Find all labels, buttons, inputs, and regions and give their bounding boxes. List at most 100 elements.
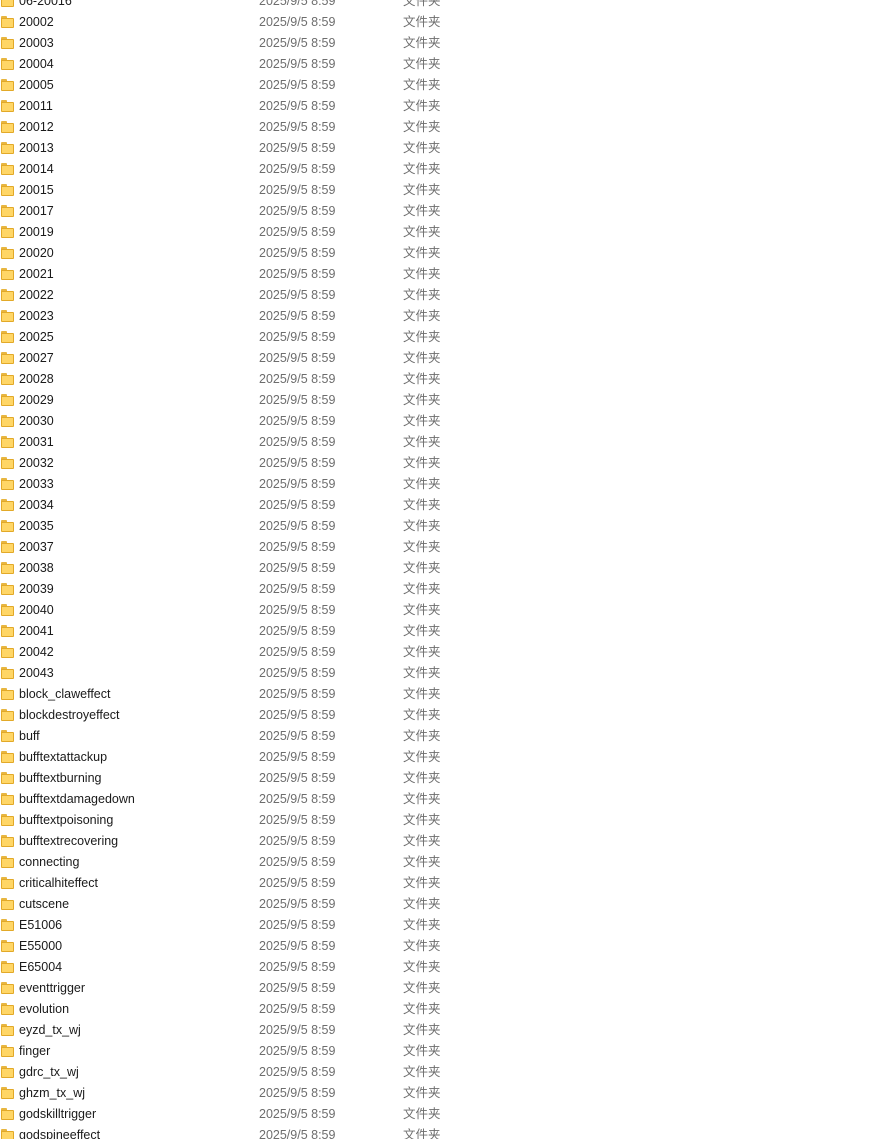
file-row[interactable]: 20021 2025/9/5 8:59 文件夹	[0, 264, 873, 285]
file-row[interactable]: bufftextrecovering 2025/9/5 8:59 文件夹	[0, 831, 873, 852]
file-row[interactable]: 20038 2025/9/5 8:59 文件夹	[0, 558, 873, 579]
file-row[interactable]: 20023 2025/9/5 8:59 文件夹	[0, 306, 873, 327]
file-row[interactable]: 20035 2025/9/5 8:59 文件夹	[0, 516, 873, 537]
file-row[interactable]: 20017 2025/9/5 8:59 文件夹	[0, 201, 873, 222]
file-row[interactable]: 20020 2025/9/5 8:59 文件夹	[0, 243, 873, 264]
file-type: 文件夹	[403, 645, 441, 659]
folder-icon	[1, 856, 14, 868]
file-modified-date: 2025/9/5 8:59	[259, 645, 336, 659]
file-row[interactable]: 20012 2025/9/5 8:59 文件夹	[0, 117, 873, 138]
file-name: eventtrigger	[19, 981, 86, 995]
file-row[interactable]: cutscene 2025/9/5 8:59 文件夹	[0, 894, 873, 915]
file-type: 文件夹	[403, 897, 441, 911]
file-row[interactable]: 20002 2025/9/5 8:59 文件夹	[0, 12, 873, 33]
file-row[interactable]: 20004 2025/9/5 8:59 文件夹	[0, 54, 873, 75]
file-row[interactable]: E65004 2025/9/5 8:59 文件夹	[0, 957, 873, 978]
folder-icon	[1, 331, 14, 343]
file-row[interactable]: eyzd_tx_wj 2025/9/5 8:59 文件夹	[0, 1020, 873, 1041]
folder-icon	[1, 961, 14, 973]
file-modified-date: 2025/9/5 8:59	[259, 897, 336, 911]
folder-icon	[1, 205, 14, 217]
file-row[interactable]: bufftextpoisoning 2025/9/5 8:59 文件夹	[0, 810, 873, 831]
file-row[interactable]: godspineeffect 2025/9/5 8:59 文件夹	[0, 1125, 873, 1139]
file-row[interactable]: 20011 2025/9/5 8:59 文件夹	[0, 96, 873, 117]
file-row[interactable]: 20037 2025/9/5 8:59 文件夹	[0, 537, 873, 558]
file-row[interactable]: 20032 2025/9/5 8:59 文件夹	[0, 453, 873, 474]
file-row[interactable]: bufftextburning 2025/9/5 8:59 文件夹	[0, 768, 873, 789]
file-row[interactable]: 20030 2025/9/5 8:59 文件夹	[0, 411, 873, 432]
file-modified-date: 2025/9/5 8:59	[259, 330, 336, 344]
file-row[interactable]: gdrc_tx_wj 2025/9/5 8:59 文件夹	[0, 1062, 873, 1083]
file-row[interactable]: 20042 2025/9/5 8:59 文件夹	[0, 642, 873, 663]
file-row[interactable]: 20003 2025/9/5 8:59 文件夹	[0, 33, 873, 54]
file-row[interactable]: E55000 2025/9/5 8:59 文件夹	[0, 936, 873, 957]
file-row[interactable]: 20041 2025/9/5 8:59 文件夹	[0, 621, 873, 642]
file-name: bufftextrecovering	[19, 834, 119, 848]
file-modified-date: 2025/9/5 8:59	[259, 498, 336, 512]
file-type: 文件夹	[403, 519, 441, 533]
file-row[interactable]: 20040 2025/9/5 8:59 文件夹	[0, 600, 873, 621]
file-row[interactable]: ghzm_tx_wj 2025/9/5 8:59 文件夹	[0, 1083, 873, 1104]
folder-icon	[1, 814, 14, 826]
file-row[interactable]: finger 2025/9/5 8:59 文件夹	[0, 1041, 873, 1062]
file-name: 20029	[19, 393, 54, 407]
file-modified-date: 2025/9/5 8:59	[259, 603, 336, 617]
folder-icon	[1, 982, 14, 994]
file-row[interactable]: 20005 2025/9/5 8:59 文件夹	[0, 75, 873, 96]
file-row[interactable]: 20034 2025/9/5 8:59 文件夹	[0, 495, 873, 516]
file-row[interactable]: 20019 2025/9/5 8:59 文件夹	[0, 222, 873, 243]
file-name: 20022	[19, 288, 54, 302]
file-type: 文件夹	[403, 162, 441, 176]
file-row[interactable]: 20014 2025/9/5 8:59 文件夹	[0, 159, 873, 180]
file-modified-date: 2025/9/5 8:59	[259, 666, 336, 680]
file-modified-date: 2025/9/5 8:59	[259, 141, 336, 155]
file-row[interactable]: block_claweffect 2025/9/5 8:59 文件夹	[0, 684, 873, 705]
file-modified-date: 2025/9/5 8:59	[259, 351, 336, 365]
file-type: 文件夹	[403, 141, 441, 155]
folder-icon	[1, 1129, 14, 1139]
file-row[interactable]: criticalhiteffect 2025/9/5 8:59 文件夹	[0, 873, 873, 894]
file-name: 20031	[19, 435, 54, 449]
folder-icon	[1, 667, 14, 679]
file-row[interactable]: 20039 2025/9/5 8:59 文件夹	[0, 579, 873, 600]
file-name: 20002	[19, 15, 54, 29]
file-row[interactable]: 20033 2025/9/5 8:59 文件夹	[0, 474, 873, 495]
file-modified-date: 2025/9/5 8:59	[259, 855, 336, 869]
folder-icon	[1, 604, 14, 616]
file-row[interactable]: buff 2025/9/5 8:59 文件夹	[0, 726, 873, 747]
file-row[interactable]: 20029 2025/9/5 8:59 文件夹	[0, 390, 873, 411]
file-row[interactable]: blockdestroyeffect 2025/9/5 8:59 文件夹	[0, 705, 873, 726]
folder-icon	[1, 709, 14, 721]
folder-icon	[1, 100, 14, 112]
file-row[interactable]: 06-20016 2025/9/5 8:59 文件夹	[0, 0, 873, 12]
file-name: evolution	[19, 1002, 70, 1016]
file-name: 20027	[19, 351, 54, 365]
file-name: 20023	[19, 309, 54, 323]
file-modified-date: 2025/9/5 8:59	[259, 99, 336, 113]
file-type: 文件夹	[403, 981, 441, 995]
file-row[interactable]: bufftextattackup 2025/9/5 8:59 文件夹	[0, 747, 873, 768]
file-row[interactable]: eventtrigger 2025/9/5 8:59 文件夹	[0, 978, 873, 999]
file-row[interactable]: connecting 2025/9/5 8:59 文件夹	[0, 852, 873, 873]
file-row[interactable]: godskilltrigger 2025/9/5 8:59 文件夹	[0, 1104, 873, 1125]
file-name: 20003	[19, 36, 54, 50]
file-modified-date: 2025/9/5 8:59	[259, 750, 336, 764]
file-row[interactable]: bufftextdamagedown 2025/9/5 8:59 文件夹	[0, 789, 873, 810]
file-name: bufftextpoisoning	[19, 813, 114, 827]
file-name: 20041	[19, 624, 54, 638]
folder-icon	[1, 436, 14, 448]
file-modified-date: 2025/9/5 8:59	[259, 414, 336, 428]
file-row[interactable]: 20043 2025/9/5 8:59 文件夹	[0, 663, 873, 684]
file-type: 文件夹	[403, 456, 441, 470]
file-row[interactable]: 20027 2025/9/5 8:59 文件夹	[0, 348, 873, 369]
file-modified-date: 2025/9/5 8:59	[259, 729, 336, 743]
file-row[interactable]: 20022 2025/9/5 8:59 文件夹	[0, 285, 873, 306]
file-row[interactable]: evolution 2025/9/5 8:59 文件夹	[0, 999, 873, 1020]
file-row[interactable]: 20031 2025/9/5 8:59 文件夹	[0, 432, 873, 453]
file-row[interactable]: 20015 2025/9/5 8:59 文件夹	[0, 180, 873, 201]
file-type: 文件夹	[403, 939, 441, 953]
file-row[interactable]: 20013 2025/9/5 8:59 文件夹	[0, 138, 873, 159]
file-row[interactable]: 20025 2025/9/5 8:59 文件夹	[0, 327, 873, 348]
file-row[interactable]: E51006 2025/9/5 8:59 文件夹	[0, 915, 873, 936]
file-row[interactable]: 20028 2025/9/5 8:59 文件夹	[0, 369, 873, 390]
